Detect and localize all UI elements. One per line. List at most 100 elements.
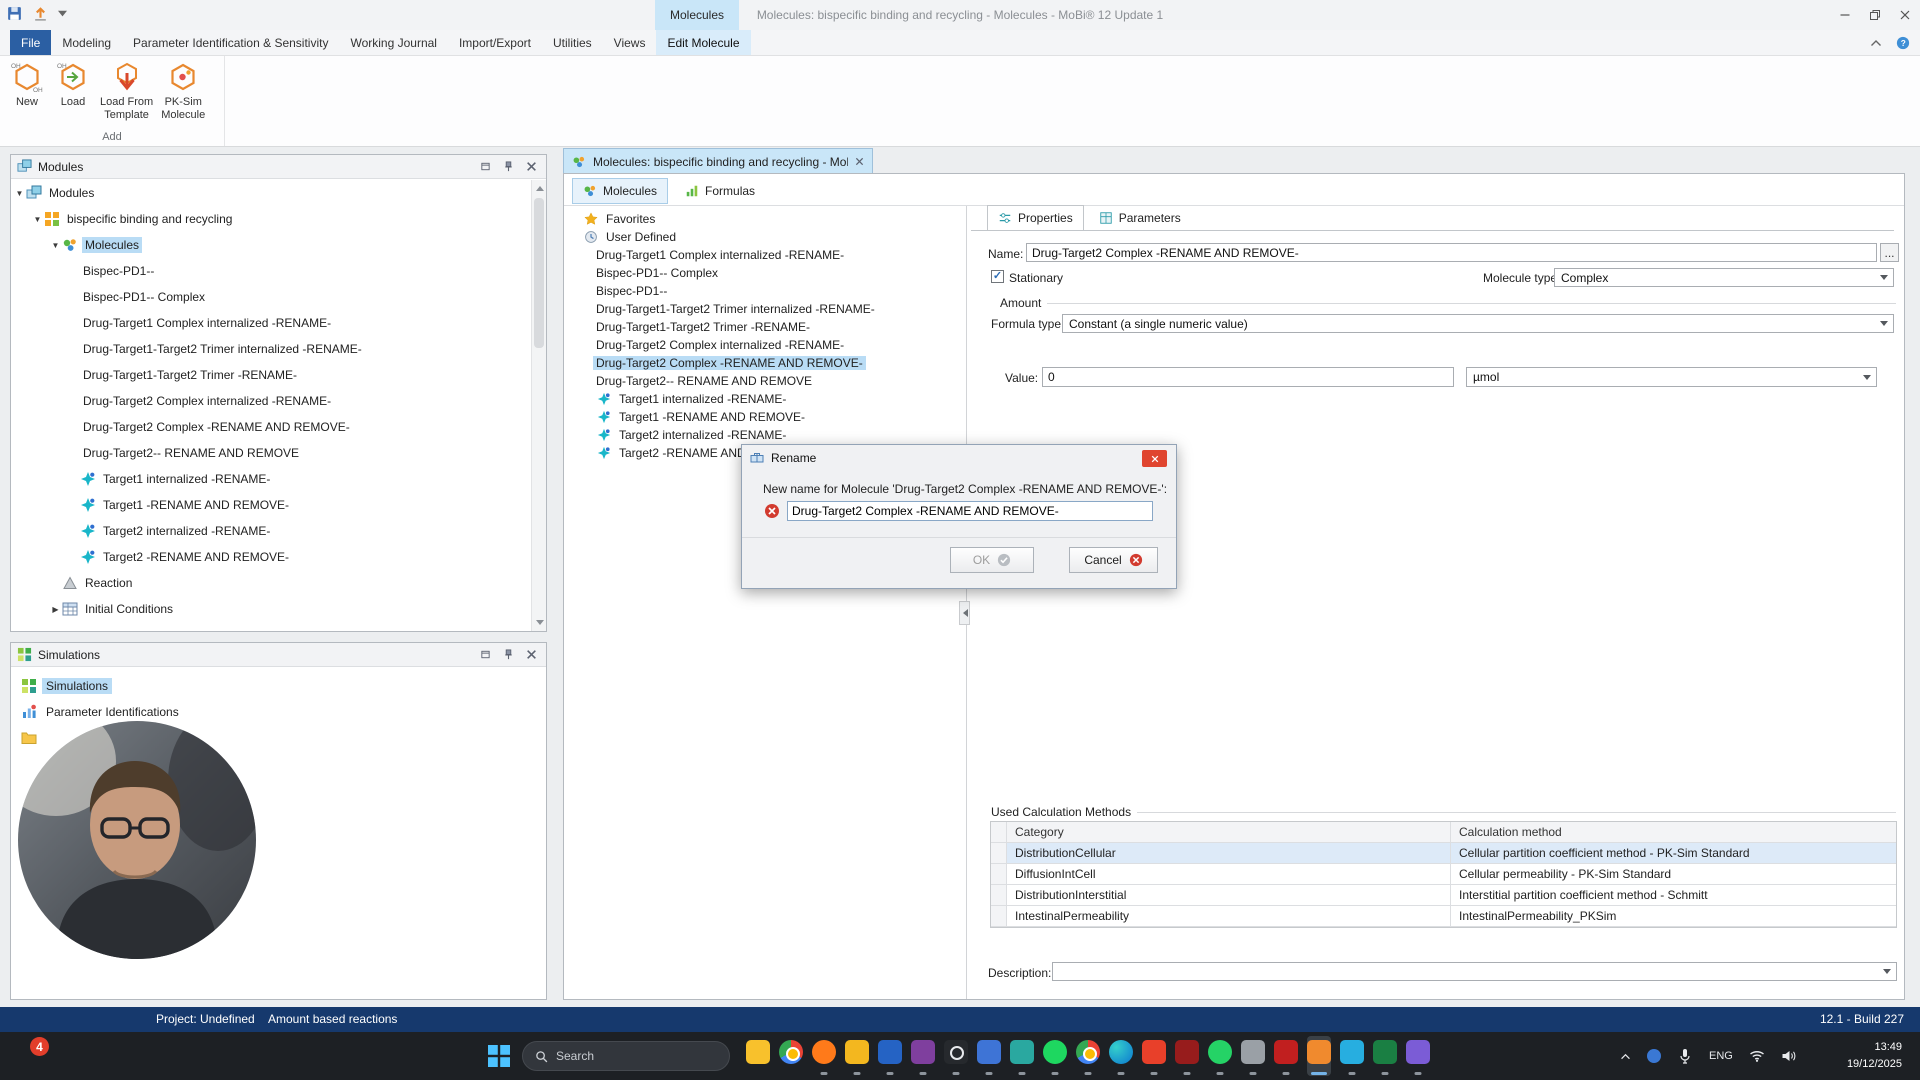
- unit-dropdown[interactable]: µmol: [1466, 367, 1877, 387]
- browse-button[interactable]: ...: [1880, 243, 1899, 262]
- menu-tab-parameter-identification-sensitivity[interactable]: Parameter Identification & Sensitivity: [122, 30, 339, 55]
- expander-icon[interactable]: ▶: [49, 605, 62, 614]
- value-input[interactable]: [1042, 367, 1454, 387]
- taskbar-todo-icon[interactable]: [977, 1036, 1001, 1076]
- molecule-list-item[interactable]: Target1 internalized -RENAME-: [570, 390, 966, 408]
- export-icon[interactable]: [32, 5, 49, 22]
- menu-tab-utilities[interactable]: Utilities: [542, 30, 603, 55]
- taskbar-office-icon[interactable]: [878, 1036, 902, 1076]
- help-icon[interactable]: ?: [1896, 36, 1910, 50]
- scroll-thumb[interactable]: [534, 198, 544, 348]
- float-panel-button[interactable]: [477, 158, 494, 175]
- molecule-type-dropdown[interactable]: Complex: [1554, 268, 1894, 287]
- clock[interactable]: 13:49 19/12/2025: [1847, 1039, 1902, 1072]
- molecule-list-item[interactable]: Bispec-PD1-- Complex: [570, 264, 966, 282]
- stationary-checkbox[interactable]: ✓: [991, 270, 1004, 283]
- tree-item-modules[interactable]: ▼ Modules: [11, 180, 531, 206]
- save-icon[interactable]: [6, 5, 23, 22]
- taskbar-loop-icon[interactable]: [1406, 1036, 1430, 1076]
- float-panel-button[interactable]: [477, 646, 494, 663]
- expander-icon[interactable]: ▼: [31, 215, 44, 224]
- tree-item-drug-target1-target2-trimer-rename[interactable]: Drug-Target1-Target2 Trimer -RENAME-: [11, 362, 531, 388]
- minimize-button[interactable]: [1830, 0, 1860, 30]
- taskbar-acrobat-icon[interactable]: [1274, 1036, 1298, 1076]
- ok-button[interactable]: OK: [950, 547, 1034, 573]
- ribbon-load-button[interactable]: OH Load: [54, 61, 92, 109]
- description-dropdown[interactable]: [1052, 962, 1897, 981]
- taskbar-teams-icon[interactable]: [1010, 1036, 1034, 1076]
- molecule-list-item[interactable]: Target2 internalized -RENAME-: [570, 426, 966, 444]
- taskbar-spotify-icon[interactable]: [1043, 1036, 1067, 1076]
- modules-scrollbar[interactable]: [531, 180, 546, 631]
- microphone-icon[interactable]: [1677, 1048, 1693, 1064]
- ribbon-pk-sim-molecule-button[interactable]: PK-Sim Molecule: [161, 61, 205, 121]
- taskbar-firefox-icon[interactable]: [812, 1036, 836, 1076]
- taskbar-media-red-icon[interactable]: [1175, 1036, 1199, 1076]
- teams-status-icon[interactable]: [1647, 1049, 1661, 1063]
- taskbar-chrome-icon[interactable]: [779, 1036, 803, 1076]
- tree-item-drug-target1-target2-trimer-internalized-rename[interactable]: Drug-Target1-Target2 Trimer internalized…: [11, 336, 531, 362]
- tree-item-bispec-pd1-complex[interactable]: Bispec-PD1-- Complex: [11, 284, 531, 310]
- menu-tab-views[interactable]: Views: [603, 30, 657, 55]
- menu-tab-working-journal[interactable]: Working Journal: [339, 30, 447, 55]
- table-row[interactable]: DiffusionIntCell Cellular permeability - …: [991, 864, 1896, 885]
- close-panel-button[interactable]: [523, 158, 540, 175]
- molecule-list-item[interactable]: Drug-Target2 Complex -RENAME AND REMOVE-: [570, 354, 966, 372]
- simulations-item-simulations[interactable]: Simulations: [11, 673, 546, 699]
- collapse-ribbon-icon[interactable]: [1870, 39, 1882, 47]
- cancel-button[interactable]: Cancel: [1069, 547, 1158, 573]
- tree-item-target2-rename-and-remove[interactable]: Target2 -RENAME AND REMOVE-: [11, 544, 531, 570]
- tab-formulas[interactable]: Formulas: [674, 178, 766, 204]
- scroll-down-icon[interactable]: [532, 616, 547, 631]
- tree-item-bispecific-binding-and-recycling[interactable]: ▼ bispecific binding and recycling: [11, 206, 531, 232]
- tree-item-drug-target2-rename-and-remove[interactable]: Drug-Target2-- RENAME AND REMOVE: [11, 440, 531, 466]
- menu-tab-modeling[interactable]: Modeling: [51, 30, 122, 55]
- wifi-icon[interactable]: [1749, 1048, 1765, 1064]
- taskbar-onenote-icon[interactable]: [911, 1036, 935, 1076]
- tree-item-drug-target2-complex-rename-and-remove[interactable]: Drug-Target2 Complex -RENAME AND REMOVE-: [11, 414, 531, 440]
- taskbar-folder-2-icon[interactable]: [845, 1036, 869, 1076]
- volume-icon[interactable]: [1781, 1048, 1797, 1064]
- taskbar-edge-icon[interactable]: [1109, 1036, 1133, 1076]
- table-row[interactable]: IntestinalPermeability IntestinalPermeabi…: [991, 906, 1896, 927]
- close-panel-button[interactable]: [523, 646, 540, 663]
- molecule-list-item[interactable]: Drug-Target1-Target2 Trimer -RENAME-: [570, 318, 966, 336]
- tree-item-target1-internalized-rename[interactable]: Target1 internalized -RENAME-: [11, 466, 531, 492]
- tree-item-drug-target2-complex-internalized-rename[interactable]: Drug-Target2 Complex internalized -RENAM…: [11, 388, 531, 414]
- taskbar-settings-icon[interactable]: [1241, 1036, 1265, 1076]
- molecule-list-item[interactable]: Drug-Target2 Complex internalized -RENAM…: [570, 336, 966, 354]
- menu-tab-import-export[interactable]: Import/Export: [448, 30, 542, 55]
- tree-item-initial-conditions[interactable]: ▶ Initial Conditions: [11, 596, 531, 622]
- taskbar-excel-icon[interactable]: [1373, 1036, 1397, 1076]
- formula-type-dropdown[interactable]: Constant (a single numeric value): [1062, 314, 1894, 333]
- molecule-list-item[interactable]: Target1 -RENAME AND REMOVE-: [570, 408, 966, 426]
- table-row[interactable]: DistributionCellular Cellular partition c…: [991, 843, 1896, 864]
- expander-icon[interactable]: ▼: [49, 241, 62, 250]
- taskbar-search[interactable]: Search: [522, 1041, 730, 1071]
- ribbon-new-button[interactable]: OH OH New: [8, 61, 46, 109]
- tree-item-bispec-pd1[interactable]: Bispec-PD1--: [11, 258, 531, 284]
- maximize-button[interactable]: [1860, 0, 1890, 30]
- scroll-up-icon[interactable]: [532, 180, 547, 195]
- close-document-icon[interactable]: [855, 157, 864, 166]
- menu-tab-file[interactable]: File: [10, 30, 52, 55]
- tree-item-reaction[interactable]: Reaction: [11, 570, 531, 596]
- close-button[interactable]: [1890, 0, 1920, 30]
- tree-item-target1-rename-and-remove[interactable]: Target1 -RENAME AND REMOVE-: [11, 492, 531, 518]
- taskbar-chrome-2-icon[interactable]: [1076, 1036, 1100, 1076]
- tab-properties[interactable]: Properties: [987, 205, 1084, 230]
- dialog-titlebar[interactable]: Rename: [742, 445, 1176, 471]
- tree-item-drug-target1-complex-internalized-rename[interactable]: Drug-Target1 Complex internalized -RENAM…: [11, 310, 531, 336]
- taskbar-mobi-icon[interactable]: [1307, 1036, 1331, 1076]
- contextual-tab-group[interactable]: Molecules: [655, 0, 739, 30]
- molecule-list-item[interactable]: User Defined: [570, 228, 966, 246]
- taskbar-file-explorer-icon[interactable]: [746, 1036, 770, 1076]
- molecule-list-item[interactable]: Drug-Target1-Target2 Trimer internalized…: [570, 300, 966, 318]
- molecule-list-item[interactable]: Bispec-PD1--: [570, 282, 966, 300]
- taskbar-photos-icon[interactable]: [1340, 1036, 1364, 1076]
- pin-panel-button[interactable]: [500, 158, 517, 175]
- taskbar-adobe-cc-icon[interactable]: [1142, 1036, 1166, 1076]
- pin-panel-button[interactable]: [500, 646, 517, 663]
- ribbon-load-from-template-button[interactable]: Load From Template: [100, 61, 153, 121]
- dialog-close-button[interactable]: [1142, 450, 1167, 467]
